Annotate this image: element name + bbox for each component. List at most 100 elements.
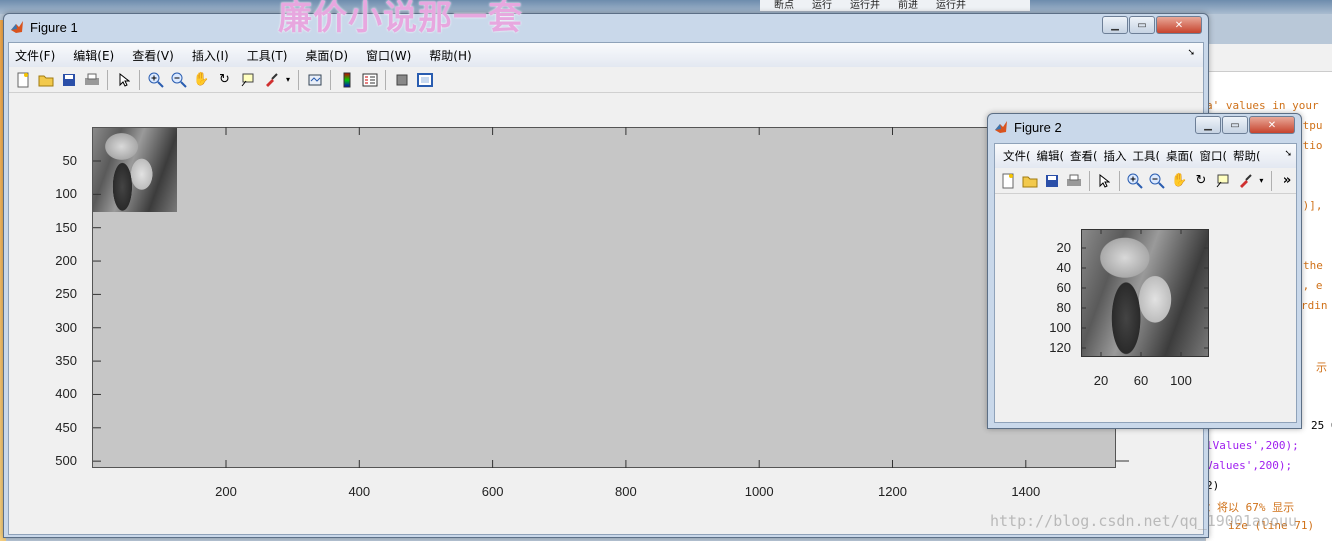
menu-help[interactable]: 帮助(: [1233, 148, 1261, 164]
menu-view[interactable]: 查看(: [1070, 148, 1098, 164]
menu-window[interactable]: 窗口(W): [366, 47, 411, 64]
figure2-window-controls: ▁ ▭ ✕: [1195, 116, 1295, 134]
maximize-button[interactable]: ▭: [1222, 116, 1248, 134]
new-file-icon[interactable]: [999, 171, 1017, 190]
figure1-menubar: 文件(F) 编辑(E) 查看(V) 插入(I) 工具(T) 桌面(D) 窗口(W…: [9, 43, 1203, 67]
maximize-button[interactable]: ▭: [1129, 16, 1155, 34]
x-tick-label: 1000: [744, 484, 774, 499]
menu-desktop[interactable]: 桌面(D): [305, 47, 348, 64]
figure2-title: Figure 2: [1014, 119, 1062, 135]
toolbar-separator: [1119, 170, 1121, 191]
menu-file[interactable]: 文件(F): [15, 47, 55, 64]
figure2-toolbar: ✋ ↻ ▾ »: [995, 168, 1296, 194]
minimize-button[interactable]: ▁: [1195, 116, 1221, 134]
x-tick-label: 400: [348, 484, 371, 499]
ribbon-advance[interactable]: 前进: [898, 0, 918, 11]
toolbar-separator: [107, 69, 108, 90]
editor-header: [1206, 44, 1332, 72]
ribbon-run[interactable]: 运行: [812, 0, 832, 11]
pointer-icon[interactable]: [1096, 171, 1114, 190]
y-tick-label: 20: [1056, 240, 1071, 255]
show-plot-tools-icon[interactable]: [415, 70, 434, 89]
figure1-axes[interactable]: [92, 127, 1116, 468]
menu-overflow-icon[interactable]: ➘: [1187, 48, 1195, 58]
zoom-out-icon[interactable]: [169, 70, 188, 89]
overlay-watermark-text: 廉价小说那一套: [278, 0, 523, 38]
menu-tools[interactable]: 工具(: [1133, 148, 1161, 164]
x-tick-label: 1400: [1011, 484, 1041, 499]
brush-dropdown-icon[interactable]: ▾: [1258, 171, 1266, 190]
menu-desktop[interactable]: 桌面(: [1166, 148, 1194, 164]
y-tick-label: 450: [55, 419, 77, 435]
menu-edit[interactable]: 编辑(: [1037, 148, 1065, 164]
zoom-in-icon[interactable]: [146, 70, 165, 89]
editor-code-line: 示: [1316, 361, 1327, 374]
editor-code-line: rdin: [1301, 299, 1328, 312]
open-folder-icon[interactable]: [1021, 171, 1039, 190]
open-folder-icon[interactable]: [36, 70, 55, 89]
save-icon[interactable]: [59, 70, 78, 89]
data-cursor-icon[interactable]: [1214, 171, 1232, 190]
brush-icon[interactable]: [261, 70, 280, 89]
menu-insert[interactable]: 插入(I): [192, 47, 229, 64]
figure2-image-lena[interactable]: [1081, 229, 1209, 357]
editor-code-line: the: [1303, 259, 1323, 272]
new-file-icon[interactable]: [13, 70, 32, 89]
menu-file[interactable]: 文件(: [1003, 148, 1031, 164]
toolbar-overflow-icon[interactable]: »: [1278, 171, 1296, 190]
pan-hand-icon[interactable]: ✋: [192, 70, 211, 89]
figure1-titlebar[interactable]: Figure 1: [4, 14, 1208, 40]
menu-overflow-icon[interactable]: ➘: [1284, 149, 1292, 159]
x-tick-label: 1200: [878, 484, 907, 499]
ribbon-run-and-advance[interactable]: 运行并: [850, 0, 880, 11]
menu-insert[interactable]: 插入: [1104, 148, 1127, 164]
data-cursor-icon[interactable]: [238, 70, 257, 89]
figure2-client: 文件( 编辑( 查看( 插入 工具( 桌面( 窗口( 帮助( ➘ ✋ ↻ ▾ »…: [994, 143, 1297, 423]
y-tick-label: 500: [55, 453, 77, 469]
toolbar-separator: [330, 69, 331, 90]
figure1-image-lena: [93, 128, 177, 212]
menu-help[interactable]: 帮助(H): [429, 47, 471, 64]
zoom-out-icon[interactable]: [1148, 171, 1166, 190]
menu-tools[interactable]: 工具(T): [247, 47, 288, 64]
rotate-3d-icon[interactable]: ↻: [215, 70, 234, 89]
pointer-icon[interactable]: [114, 70, 133, 89]
menu-edit[interactable]: 编辑(E): [73, 47, 114, 64]
ribbon-breakpoint[interactable]: 断点: [774, 0, 794, 11]
menu-window[interactable]: 窗口(: [1200, 148, 1228, 164]
brush-icon[interactable]: [1236, 171, 1254, 190]
y-tick-label: 250: [55, 286, 77, 302]
editor-code-line: a' values in your: [1206, 99, 1319, 112]
zoom-in-icon[interactable]: [1126, 171, 1144, 190]
menu-view[interactable]: 查看(V): [132, 47, 174, 64]
toolbar-separator: [298, 69, 299, 90]
link-plot-icon[interactable]: [305, 70, 324, 89]
print-icon[interactable]: [82, 70, 101, 89]
print-icon[interactable]: [1065, 171, 1083, 190]
brush-dropdown-icon[interactable]: ▾: [284, 70, 292, 89]
y-tick-label: 400: [55, 386, 77, 402]
figure1-toolbar: ✋ ↻ ▾: [9, 67, 1203, 93]
editor-code-line: 25 0: [1311, 419, 1332, 432]
figure2-menubar: 文件( 编辑( 查看( 插入 工具( 桌面( 窗口( 帮助( ➘: [995, 144, 1296, 168]
ribbon-run-and-time[interactable]: 运行并: [936, 0, 966, 11]
pan-hand-icon[interactable]: ✋: [1170, 171, 1188, 190]
minimize-button[interactable]: ▁: [1102, 16, 1128, 34]
y-tick-label: 350: [55, 353, 77, 369]
figure1-title: Figure 1: [30, 19, 78, 35]
hide-plot-tools-icon[interactable]: [392, 70, 411, 89]
colorbar-icon[interactable]: [337, 70, 356, 89]
y-tick-label: 40: [1056, 260, 1071, 275]
save-icon[interactable]: [1043, 171, 1061, 190]
close-button[interactable]: ✕: [1249, 116, 1295, 134]
matlab-logo-icon: [11, 21, 23, 33]
y-tick-label: 80: [1056, 300, 1071, 315]
toolbar-separator: [1271, 170, 1273, 191]
close-button[interactable]: ✕: [1156, 16, 1202, 34]
x-tick-label: 100: [1170, 373, 1192, 388]
matlab-editor-ribbon: 断点 运行 运行并 前进 运行并: [760, 0, 1030, 12]
rotate-3d-icon[interactable]: ↻: [1192, 171, 1210, 190]
figure2-window[interactable]: Figure 2 ▁ ▭ ✕ 文件( 编辑( 查看( 插入 工具( 桌面( 窗口…: [987, 113, 1302, 429]
legend-icon[interactable]: [360, 70, 379, 89]
matlab-logo-icon: [995, 121, 1007, 133]
